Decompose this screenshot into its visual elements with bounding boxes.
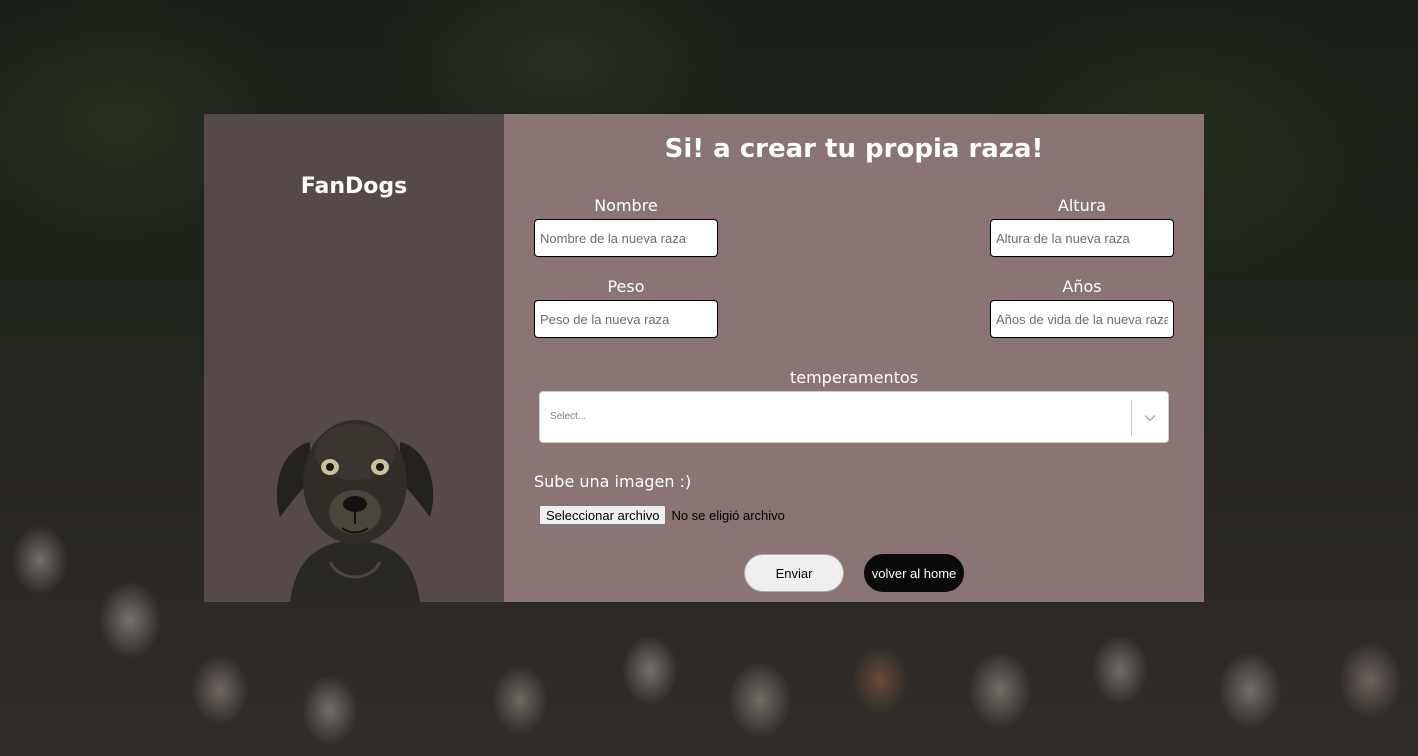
file-status: No se eligió archivo [671,507,785,523]
altura-input[interactable] [990,219,1174,257]
temperamentos-placeholder: Select... [550,411,587,422]
nombre-field: Nombre [534,196,718,257]
peso-input[interactable] [534,300,718,338]
anos-input[interactable] [990,300,1174,338]
peso-label: Peso [607,277,645,296]
altura-field: Altura [990,196,1174,257]
imagen-label: Sube una imagen :) [534,472,692,491]
brand-logo: FanDogs [300,174,408,199]
select-separator [1131,400,1132,436]
peso-field: Peso [534,277,718,338]
file-input: Seleccionar archivo No se eligió archivo [539,505,785,525]
nombre-label: Nombre [594,196,658,215]
puppy-illustration [276,420,434,602]
anos-field: Años [990,277,1174,338]
page-title: Si! a crear tu propia raza! [664,134,1044,164]
enviar-button[interactable]: Enviar [744,554,844,592]
sidebar-panel: FanDogs [204,114,504,602]
nombre-input[interactable] [534,219,718,257]
form-panel: Si! a crear tu propia raza! Nombre Altur… [504,114,1204,602]
temperamentos-label: temperamentos [789,368,919,387]
temperamentos-select[interactable]: Select... [539,391,1169,443]
chevron-down-icon[interactable] [1142,410,1158,426]
anos-label: Años [1062,277,1102,296]
choose-file-button[interactable]: Seleccionar archivo [539,505,667,525]
create-breed-card: FanDogs Si! a crear tu propia raza! Nomb… [204,114,1204,602]
altura-label: Altura [1057,196,1107,215]
volver-home-button[interactable]: volver al home [864,554,964,592]
